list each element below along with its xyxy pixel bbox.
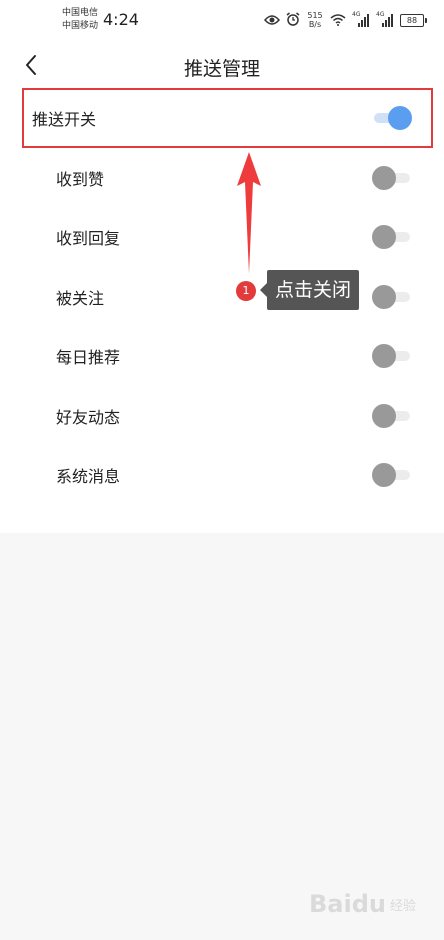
- toggle-thumb: [372, 165, 396, 190]
- replies-toggle[interactable]: [372, 224, 412, 250]
- list-bottom-padding: [0, 505, 444, 533]
- alarm-icon: [286, 11, 300, 30]
- setting-row-system-messages: 系统消息: [0, 446, 444, 506]
- toggle-thumb: [372, 403, 396, 428]
- setting-row-daily-picks: 每日推荐: [0, 327, 444, 387]
- setting-label: 收到赞: [56, 169, 105, 189]
- toggle-thumb: [388, 106, 412, 130]
- followed-toggle[interactable]: [372, 284, 412, 310]
- toggle-thumb: [372, 225, 396, 250]
- carrier-1: 中国电信: [62, 8, 99, 18]
- header: 推送管理: [0, 44, 444, 88]
- toggle-thumb: [372, 284, 396, 309]
- battery-icon: 88: [400, 13, 427, 27]
- likes-toggle[interactable]: [372, 165, 412, 191]
- page-title: 推送管理: [183, 58, 260, 80]
- net-speed: 515 B/s: [307, 11, 323, 29]
- step-badge: 1: [236, 281, 256, 301]
- status-icons: 515 B/s 4G 4G 88: [264, 9, 427, 31]
- watermark-sub: 经验: [389, 898, 416, 914]
- carrier-info: 中国电信 中国移动: [62, 7, 98, 33]
- annotation-callout: 点击关闭: [259, 270, 360, 310]
- push-master-toggle[interactable]: [372, 105, 412, 131]
- signal-icon: 4G: [376, 11, 394, 27]
- eye-icon: [264, 11, 280, 30]
- setting-label: 每日推荐: [56, 348, 121, 368]
- arrow-up-icon: [224, 150, 274, 278]
- toggle-thumb: [372, 463, 396, 488]
- setting-label: 被关注: [56, 288, 105, 308]
- setting-label: 推送开关: [32, 110, 97, 129]
- setting-row-replies: 收到回复: [0, 208, 444, 268]
- setting-row-likes: 收到赞: [0, 148, 444, 208]
- setting-row-followed: 被关注: [0, 267, 444, 327]
- status-time: 4:24: [103, 10, 139, 29]
- setting-row-friend-activity: 好友动态: [0, 386, 444, 446]
- carrier-2: 中国移动: [62, 21, 99, 31]
- friend-activity-toggle[interactable]: [372, 403, 412, 429]
- watermark-brand: Baidu: [309, 890, 386, 918]
- daily-picks-toggle[interactable]: [372, 343, 412, 369]
- system-messages-toggle[interactable]: [372, 462, 412, 488]
- watermark: Baidu 经验: [309, 890, 416, 918]
- signal-icon: 4G: [352, 11, 370, 27]
- wifi-icon: [330, 11, 346, 30]
- settings-list: 推送开关 收到赞 收到回复 被关注 每日推荐 好友动态 系统消息: [0, 88, 444, 533]
- setting-row-push-master: 推送开关: [0, 88, 444, 148]
- status-bar: 中国电信 中国移动 4:24 515 B/s 4G 4G 88: [0, 0, 444, 44]
- setting-label: 好友动态: [56, 407, 121, 427]
- setting-label: 系统消息: [56, 467, 121, 487]
- setting-label: 收到回复: [56, 229, 121, 249]
- toggle-thumb: [372, 344, 396, 369]
